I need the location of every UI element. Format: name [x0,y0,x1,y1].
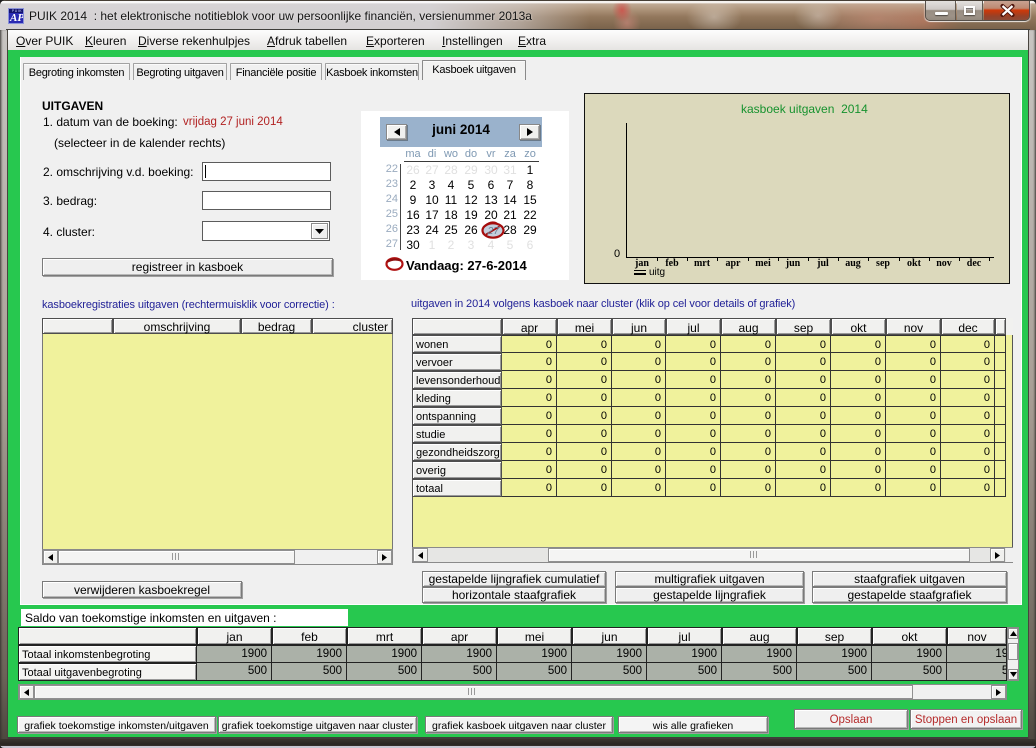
svg-text:27: 27 [487,225,501,237]
